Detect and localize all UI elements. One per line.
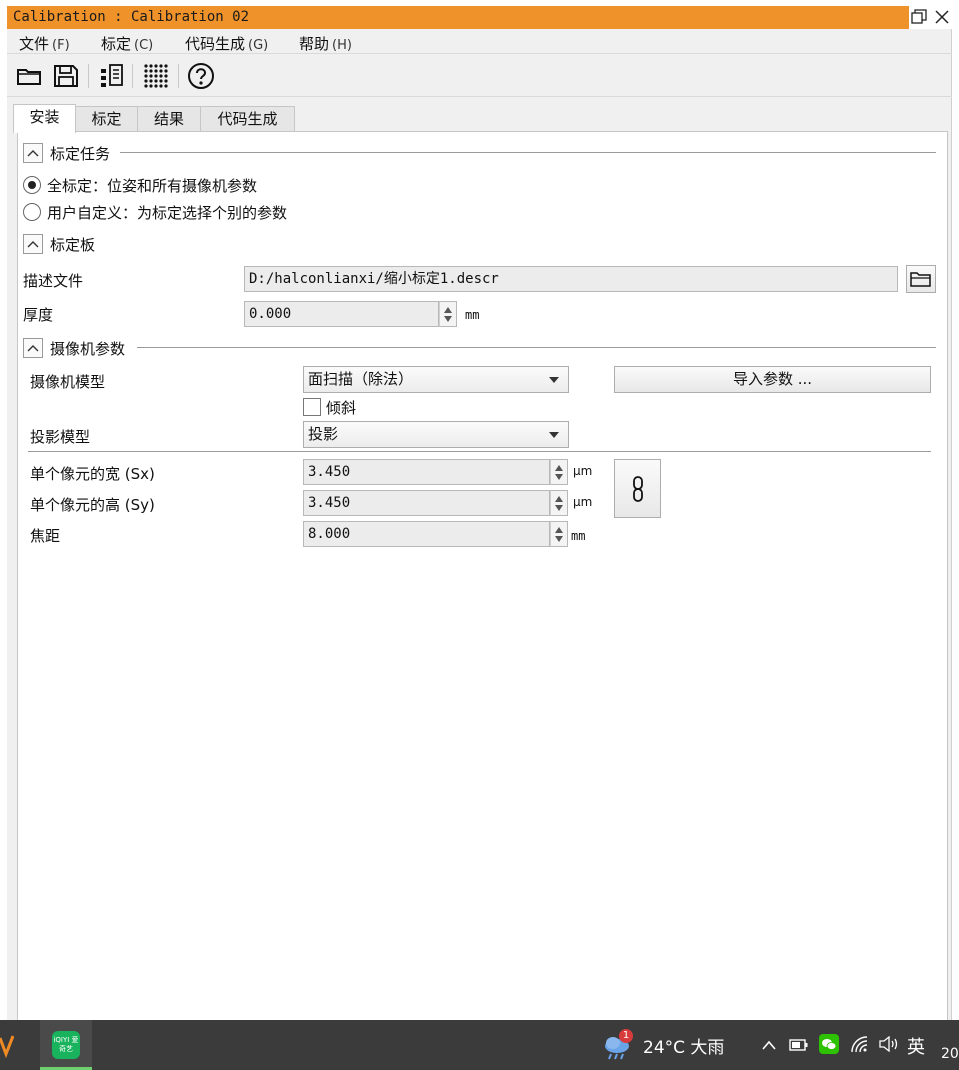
weather-badge: 1 xyxy=(619,1029,633,1043)
projection-model-value: 投影 xyxy=(308,425,339,443)
chevron-up-icon xyxy=(27,345,39,352)
pixel-width-input[interactable]: 3.450 xyxy=(303,459,550,485)
pixel-width-spinner[interactable] xyxy=(550,459,568,485)
show-hidden-icons-chevron-icon[interactable] xyxy=(761,1037,777,1055)
menu-calibrate-label: 标定 xyxy=(101,35,132,53)
input-method-indicator[interactable]: 英 xyxy=(907,1033,925,1059)
description-file-field[interactable]: D:/halconlianxi/缩小标定1.descr xyxy=(244,266,898,292)
chevron-up-icon xyxy=(27,150,39,157)
menu-calibrate[interactable]: 标定 (C) xyxy=(101,33,153,54)
focal-length-spinner[interactable] xyxy=(550,521,568,547)
thickness-input[interactable]: 0.000 xyxy=(244,301,439,327)
toolbar-separator xyxy=(88,64,89,88)
browse-description-button[interactable] xyxy=(906,265,936,293)
tab-code-generation[interactable]: 代码生成 xyxy=(200,106,295,132)
focal-length-label: 焦距 xyxy=(30,527,61,545)
task-group-title: 标定任务 xyxy=(50,145,111,163)
pixel-height-input[interactable]: 3.450 xyxy=(303,490,550,516)
dropdown-arrow-icon xyxy=(549,377,559,383)
menu-help-label: 帮助 xyxy=(299,35,330,53)
thickness-spinner[interactable] xyxy=(439,301,457,327)
menu-help[interactable]: 帮助 (H) xyxy=(299,33,352,54)
menu-codegen-key: (G) xyxy=(248,38,269,53)
focal-length-input[interactable]: 8.000 xyxy=(303,521,550,547)
chain-link-icon xyxy=(632,476,643,502)
focal-length-unit: mm xyxy=(571,529,586,543)
help-icon[interactable] xyxy=(187,62,215,90)
camera-group-title: 摄像机参数 xyxy=(50,340,126,358)
menu-calibrate-key: (C) xyxy=(134,38,154,53)
toolbar-divider xyxy=(7,96,952,97)
pixel-height-label: 单个像元的高 (Sy) xyxy=(30,496,155,514)
menu-codegen-label: 代码生成 xyxy=(185,35,246,53)
collapse-plate-group-button[interactable] xyxy=(23,234,43,254)
window-titlebar[interactable]: Calibration : Calibration 02 xyxy=(7,6,909,29)
taskbar xyxy=(0,1020,959,1070)
task-group-divider xyxy=(120,152,936,153)
battery-icon[interactable] xyxy=(789,1038,809,1056)
tilt-label: 倾斜 xyxy=(326,399,357,417)
open-folder-icon[interactable] xyxy=(16,62,44,90)
collapse-camera-group-button[interactable] xyxy=(23,338,43,358)
dot-grid-icon[interactable] xyxy=(142,62,170,90)
tilt-checkbox[interactable] xyxy=(303,398,321,416)
user-defined-radio[interactable] xyxy=(23,203,41,221)
import-parameters-button[interactable]: 导入参数 ... xyxy=(614,366,931,393)
chevron-up-icon xyxy=(27,241,39,248)
setup-tab-panel xyxy=(17,131,948,1020)
link-pixel-size-button[interactable] xyxy=(614,459,661,518)
thickness-label: 厚度 xyxy=(23,306,54,324)
toolbar-separator xyxy=(132,64,133,88)
close-window-icon[interactable] xyxy=(933,8,953,28)
camera-model-select[interactable]: 面扫描（除法） xyxy=(303,366,569,393)
open-folder-icon xyxy=(910,272,931,287)
description-file-label: 描述文件 xyxy=(23,272,84,290)
camera-model-value: 面扫描（除法） xyxy=(308,370,414,388)
calibration-plate-list-icon[interactable] xyxy=(98,62,126,90)
wifi-icon[interactable] xyxy=(850,1035,870,1057)
plate-group-title: 标定板 xyxy=(50,236,96,254)
volume-icon[interactable] xyxy=(878,1035,900,1056)
menu-codegen[interactable]: 代码生成 (G) xyxy=(185,33,268,54)
pixel-height-unit: μm xyxy=(573,495,593,509)
user-defined-label: 用户自定义：为标定选择个别的参数 xyxy=(47,204,288,222)
taskbar-iqiyi-app[interactable]: iQIYI 爱奇艺 xyxy=(40,1020,92,1070)
tab-setup[interactable]: 安装 xyxy=(13,104,76,133)
thickness-unit: mm xyxy=(465,308,480,322)
pixel-width-unit: μm xyxy=(573,464,593,478)
camera-section-divider xyxy=(28,451,931,452)
menu-divider xyxy=(7,53,952,54)
full-calibration-label: 全标定：位姿和所有摄像机参数 xyxy=(47,177,258,195)
pixel-height-spinner[interactable] xyxy=(550,490,568,516)
window-title: Calibration : Calibration 02 xyxy=(13,9,250,25)
weather-rain-icon[interactable]: 1 xyxy=(602,1029,634,1060)
projection-model-label: 投影模型 xyxy=(30,428,91,446)
menu-file[interactable]: 文件 (F) xyxy=(19,33,70,54)
camera-model-label: 摄像机模型 xyxy=(30,373,106,391)
tab-results[interactable]: 结果 xyxy=(137,106,201,132)
dropdown-arrow-icon xyxy=(549,432,559,438)
save-icon[interactable] xyxy=(52,62,80,90)
iqiyi-icon: iQIYI 爱奇艺 xyxy=(52,1031,80,1059)
menu-help-key: (H) xyxy=(332,38,352,53)
full-calibration-radio[interactable] xyxy=(23,176,41,194)
wechat-icon[interactable] xyxy=(819,1034,839,1054)
menu-file-label: 文件 xyxy=(19,35,50,53)
camera-group-divider xyxy=(137,347,936,348)
menu-file-key: (F) xyxy=(52,38,70,53)
partial-app-icon[interactable] xyxy=(0,1032,15,1059)
clock-partial[interactable]: 20 xyxy=(941,1046,959,1062)
toolbar-separator xyxy=(178,64,179,88)
projection-model-select[interactable]: 投影 xyxy=(303,421,569,448)
collapse-task-group-button[interactable] xyxy=(23,143,43,163)
tab-calibration[interactable]: 标定 xyxy=(75,106,138,132)
restore-window-icon[interactable] xyxy=(910,8,930,28)
weather-text[interactable]: 24°C 大雨 xyxy=(643,1033,724,1058)
pixel-width-label: 单个像元的宽 (Sx) xyxy=(30,465,155,483)
